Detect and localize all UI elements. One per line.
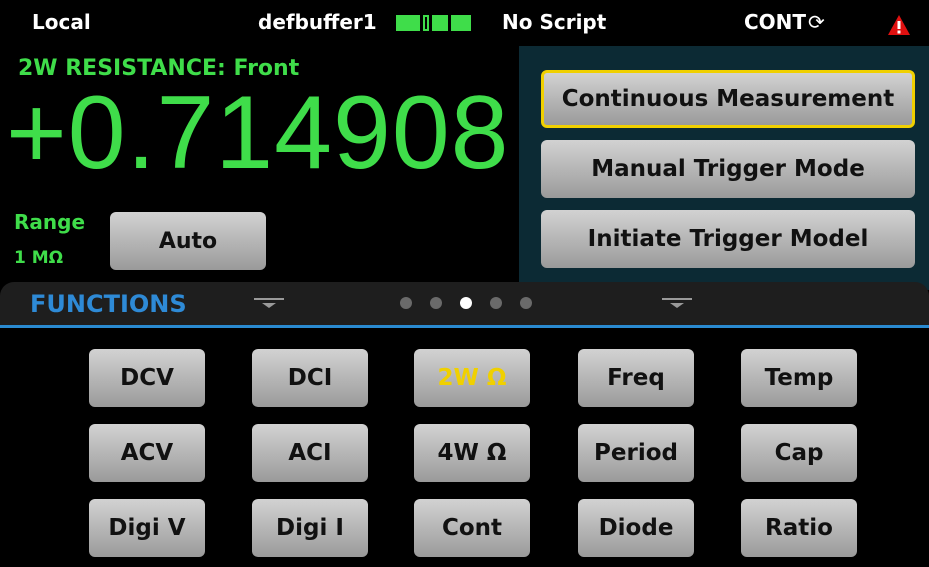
page-dot	[430, 297, 442, 309]
initiate-trigger-model-button[interactable]: Initiate Trigger Model	[541, 210, 915, 268]
diode-button[interactable]: Diode	[578, 499, 694, 557]
function-buttons: DCV DCI 2W Ω Freq Temp ACV ACI 4W Ω Peri…	[0, 328, 929, 567]
acv-button[interactable]: ACV	[89, 424, 205, 482]
digi-v-button[interactable]: Digi V	[89, 499, 205, 557]
range-value: 1 MΩ	[14, 248, 64, 268]
local-indicator[interactable]: Local	[32, 10, 91, 34]
2w-ohm-button[interactable]: 2W Ω	[414, 349, 530, 407]
page-dot	[520, 297, 532, 309]
trigger-mode-indicator[interactable]: CONT	[744, 10, 806, 34]
swipe-handle-icon[interactable]	[254, 298, 284, 308]
manual-trigger-mode-button[interactable]: Manual Trigger Mode	[541, 140, 915, 198]
aci-button[interactable]: ACI	[252, 424, 368, 482]
page-dot	[490, 297, 502, 309]
measurement-reading: +0.714908	[6, 75, 510, 191]
swipe-handle-icon[interactable]	[662, 298, 692, 308]
trigger-mode-menu: Continuous Measurement Manual Trigger Mo…	[519, 46, 929, 290]
warning-icon[interactable]	[887, 14, 911, 36]
buffer-name[interactable]: defbuffer1	[258, 10, 377, 34]
status-bar: Local defbuffer1 No Script CONT ⟳	[0, 0, 929, 46]
temp-button[interactable]: Temp	[741, 349, 857, 407]
period-button[interactable]: Period	[578, 424, 694, 482]
functions-swipe-bar[interactable]: FUNCTIONS	[0, 282, 929, 326]
range-label: Range	[14, 210, 86, 234]
4w-ohm-button[interactable]: 4W Ω	[414, 424, 530, 482]
dcv-button[interactable]: DCV	[89, 349, 205, 407]
page-dot	[400, 297, 412, 309]
refresh-icon[interactable]: ⟳	[808, 12, 832, 32]
dci-button[interactable]: DCI	[252, 349, 368, 407]
digi-i-button[interactable]: Digi I	[252, 499, 368, 557]
cap-button[interactable]: Cap	[741, 424, 857, 482]
page-indicator	[400, 297, 532, 309]
page-dot-active	[460, 297, 472, 309]
script-indicator[interactable]: No Script	[502, 10, 606, 34]
range-auto-button[interactable]: Auto	[110, 212, 266, 270]
cont-button[interactable]: Cont	[414, 499, 530, 557]
instrument-screen: Local defbuffer1 No Script CONT ⟳ 2W RES…	[0, 0, 929, 567]
ratio-button[interactable]: Ratio	[741, 499, 857, 557]
buffer-indicator-icon[interactable]	[396, 15, 474, 31]
functions-title: FUNCTIONS	[30, 290, 187, 318]
continuous-measurement-button[interactable]: Continuous Measurement	[541, 70, 915, 128]
freq-button[interactable]: Freq	[578, 349, 694, 407]
